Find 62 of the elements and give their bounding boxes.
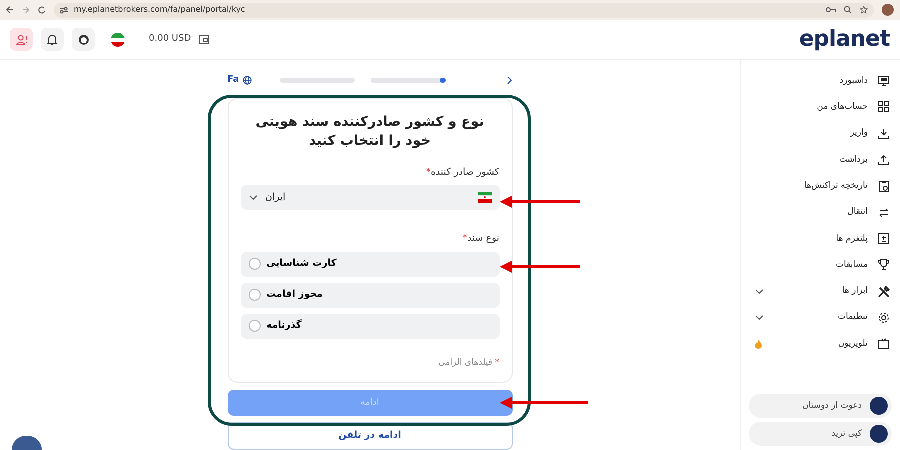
globe-icon[interactable] — [243, 76, 252, 86]
notification-button[interactable] — [41, 28, 64, 51]
sidebar-pill-button[interactable]: کپی ترید — [749, 422, 892, 446]
transfer-icon[interactable] — [878, 206, 890, 219]
fire-icon — [755, 340, 762, 349]
balance-text: 0.00 USD — [149, 32, 192, 46]
chevron-down-icon[interactable] — [755, 314, 764, 321]
radio-button[interactable] — [248, 289, 260, 301]
upload-icon[interactable] — [878, 154, 890, 166]
chevron-right-icon[interactable] — [506, 76, 512, 86]
user-alert-icon — [16, 34, 28, 46]
back-icon[interactable] — [6, 6, 14, 14]
star-icon[interactable] — [860, 6, 868, 14]
sidebar-item[interactable]: برداشت — [839, 154, 868, 166]
sidebar-item[interactable]: تاریخچه تراکنش‌ها — [804, 180, 868, 193]
site-settings-icon[interactable] — [60, 6, 68, 14]
flag-icon[interactable] — [111, 32, 125, 46]
sidebar-item[interactable]: واریز — [850, 127, 868, 140]
sidebar-item[interactable]: انتقال — [848, 206, 868, 219]
profile-avatar-icon[interactable] — [882, 4, 894, 16]
sidebar-pill-button[interactable]: دعوت از دوستان — [749, 394, 892, 418]
reload-icon[interactable] — [38, 6, 46, 14]
support-button[interactable] — [72, 28, 95, 51]
chat-button[interactable] — [12, 436, 42, 450]
country-select[interactable]: ایران — [240, 185, 500, 210]
chevron-down-icon — [248, 194, 258, 201]
sidebar-item[interactable]: حساب‌های من — [817, 101, 868, 114]
wallet-icon[interactable] — [199, 34, 210, 44]
radio-button[interactable] — [248, 320, 260, 332]
sidebar-item[interactable]: تلویزیون — [838, 338, 868, 350]
logo[interactable]: eplanet — [799, 23, 890, 56]
document-type-option[interactable]: کارت شناسایی — [240, 252, 500, 276]
sidebar-item[interactable]: تنظیمات — [838, 311, 868, 324]
sidebar-item[interactable]: پلتفرم ها — [836, 232, 868, 246]
required-note: * فیلدهای الزامی — [438, 356, 500, 370]
field-label: کشور صادر کننده* — [425, 166, 500, 180]
zoom-icon[interactable] — [844, 6, 852, 14]
flag-icon — [478, 192, 492, 204]
settings-icon[interactable] — [878, 312, 890, 324]
key-icon[interactable] — [826, 7, 836, 13]
field-label: نوع سند* — [462, 232, 500, 246]
sidebar-item[interactable]: داشبورد — [840, 74, 868, 88]
address-bar[interactable]: my.eplanetbrokers.com/fa/panel/portal/kyc — [54, 2, 874, 18]
bell-icon — [47, 34, 58, 46]
chevron-down-icon[interactable] — [755, 288, 764, 295]
language-selector[interactable]: Fa — [228, 74, 240, 88]
radio-button[interactable] — [248, 258, 260, 270]
download-icon[interactable] — [878, 128, 890, 140]
user-alert-button[interactable] — [10, 28, 33, 51]
tools-icon[interactable] — [878, 286, 890, 298]
monitor-icon[interactable] — [878, 75, 890, 88]
document-type-option[interactable]: گذرنامه — [240, 314, 500, 338]
grid-icon[interactable] — [878, 101, 890, 114]
clipboard-icon[interactable] — [878, 180, 890, 192]
url-text: my.eplanetbrokers.com/fa/panel/portal/kyc — [74, 4, 246, 16]
form-title: نوع و کشور صادرکننده سند هویتی خود را انتخاب کنید — [254, 112, 486, 152]
trophy-icon[interactable] — [878, 259, 890, 272]
sidebar-item[interactable]: ابزار ها — [842, 285, 868, 298]
sidebar-item[interactable]: مسابقات — [836, 258, 868, 272]
tv-icon[interactable] — [878, 338, 890, 350]
document-type-option[interactable]: مجوز اقامت — [240, 282, 500, 308]
platform-icon[interactable] — [878, 232, 890, 245]
